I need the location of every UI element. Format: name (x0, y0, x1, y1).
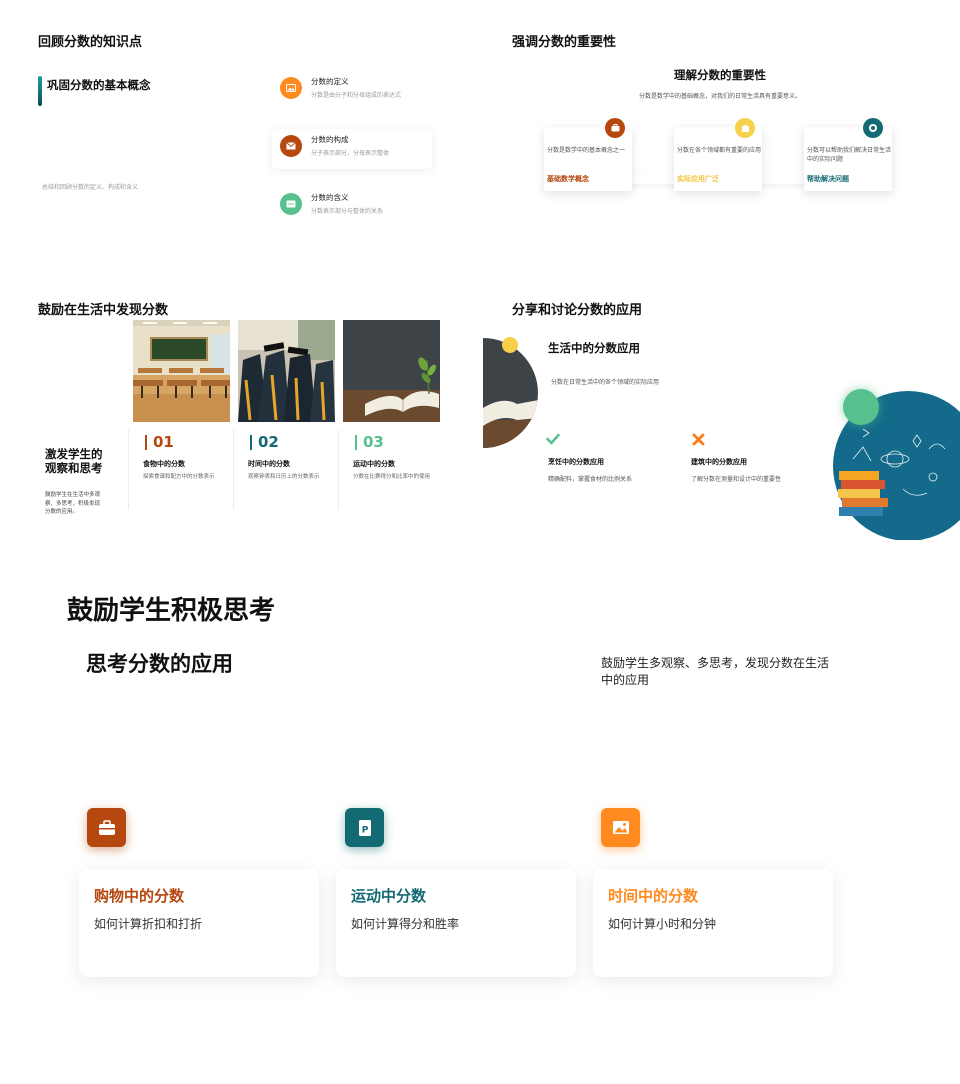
check-icon (546, 430, 560, 449)
slide-desc: 鼓励学生多观察、多思考，发现分数在生活中的应用 (601, 656, 830, 687)
graduation-photo (238, 320, 335, 422)
classroom-photo (133, 320, 230, 422)
divider (233, 430, 234, 510)
divider (338, 430, 339, 510)
card-title: 时间中的分数 (608, 887, 699, 905)
puzzle-icon (735, 118, 755, 138)
slide-share-discuss: 分享和讨论分数的应用 生活中的分数应用 分数在日常生活中的各个领域的实际应用 烹… (480, 270, 960, 540)
item-title: 分数的定义 (311, 77, 349, 86)
image-icon (280, 76, 302, 99)
slide-subtitle: 思考分数的应用 (86, 652, 233, 676)
card-title: 食物中的分数 (143, 460, 185, 468)
slide-title: 鼓励在生活中发现分数 (38, 303, 169, 318)
slide-encourage-thinking: 鼓励学生积极思考 思考分数的应用 鼓励学生多观察、多思考，发现分数在生活中的应用… (0, 540, 960, 1084)
card-text: 分数是数学中的基本概念之一 (547, 147, 626, 154)
card-number: 03 (355, 435, 430, 450)
book-photo (343, 320, 440, 422)
slide-subtitle: 巩固分数的基本概念 (47, 78, 151, 92)
feature-card: 01 食物中的分数 探索食谱和配方中的分数表示 (143, 435, 215, 481)
left-desc: 鼓励学生在生活中多观察、多思考，积极发现分数的应用。 (45, 492, 101, 515)
item-title: 分数的含义 (311, 193, 349, 202)
card-label: 基础数学概念 (547, 175, 589, 183)
book-half-circle (483, 338, 540, 448)
card-desc: 如何计算小时和分钟 (608, 917, 717, 931)
item-desc: 精确配料，掌握食材的比例关系 (548, 476, 633, 483)
item-desc: 分子表示部分，分母表示整体 (311, 150, 390, 157)
list-item: 分数的定义 分数是由分子和分母组成的表达式 (280, 76, 401, 99)
card-title: 购物中的分数 (94, 887, 185, 905)
briefcase-icon (605, 118, 625, 138)
card-label: 实际应用广泛 (677, 175, 719, 183)
chat-icon (280, 192, 302, 215)
info-card: 时间中的分数 如何计算小时和分钟 (593, 869, 833, 977)
slide-title: 分享和讨论分数的应用 (512, 303, 643, 318)
briefcase-icon (87, 808, 126, 847)
icon-letter: P (361, 825, 368, 835)
slide-discover-life: 鼓励在生活中发现分数 激发学生的观察和思考 鼓励学生在生活中多观察、多思考，积极… (0, 270, 480, 540)
card-text: 分数在各个领域都有重要的应用 (677, 147, 762, 154)
item-title: 建筑中的分数应用 (691, 458, 747, 466)
slide-note: 总结和回顾分数的定义、构成和含义 (42, 184, 139, 191)
feature-card: 03 运动中的分数 分数在比赛得分和比率中的使用 (353, 435, 431, 481)
section-desc: 分数是数学中的基础概念，对我们的日常生活具有重要意义。 (638, 93, 801, 100)
card-desc: 探索食谱和配方中的分数表示 (143, 474, 215, 480)
slide-title: 回顾分数的知识点 (38, 35, 143, 50)
target-icon (863, 118, 883, 138)
info-card: 分数可以帮助我们解决日常生活中的实际问题 帮助解决问题 (804, 127, 892, 191)
card-title: 运动中分数 (351, 887, 427, 905)
cross-icon (692, 431, 705, 450)
slide-review-knowledge: 回顾分数的知识点 巩固分数的基本概念 总结和回顾分数的定义、构成和含义 分数的定… (0, 0, 480, 270)
card-title: 运动中的分数 (353, 460, 395, 468)
card-label: 帮助解决问题 (807, 175, 849, 183)
p-document-icon: P (345, 808, 384, 847)
card-desc: 观察钟表和日历上的分数表示 (248, 474, 320, 480)
decor-dot (843, 389, 879, 425)
decor-dot (502, 337, 518, 353)
envelope-icon (280, 134, 302, 157)
slide-desc: 分数在日常生活中的各个领域的实际应用 (551, 379, 660, 386)
image-icon (601, 808, 640, 847)
item-title: 分数的构成 (311, 135, 349, 144)
info-card: 运动中分数 如何计算得分和胜率 (336, 869, 576, 977)
card-number: 02 (250, 435, 320, 450)
card-number: 01 (145, 435, 215, 450)
section-heading: 理解分数的重要性 (674, 68, 766, 82)
card-desc: 如何计算折扣和打折 (94, 917, 203, 931)
slide-title: 强调分数的重要性 (512, 35, 617, 50)
card-title: 时间中的分数 (248, 460, 290, 468)
item-desc: 分数是由分子和分母组成的表达式 (311, 92, 402, 99)
card-desc: 如何计算得分和胜率 (351, 917, 460, 931)
divider (128, 430, 129, 510)
item-desc: 了解分数在测量和设计中的重要性 (691, 476, 782, 483)
item-title: 烹饪中的分数应用 (548, 458, 604, 466)
card-text: 分数可以帮助我们解决日常生活中的实际问题 (807, 147, 892, 163)
card-desc: 分数在比赛得分和比率中的使用 (353, 474, 431, 480)
accent-bar (38, 76, 42, 106)
item-desc: 分数表示部分与整体的关系 (311, 208, 384, 215)
list-item: 分数的构成 分子表示部分，分母表示整体 (280, 134, 389, 157)
info-card: 购物中的分数 如何计算折扣和打折 (79, 869, 319, 977)
list-item: 分数的含义 分数表示部分与整体的关系 (280, 192, 383, 215)
slide-importance: 强调分数的重要性 理解分数的重要性 分数是数学中的基础概念，对我们的日常生活具有… (480, 0, 960, 270)
slide-title: 鼓励学生积极思考 (67, 596, 276, 626)
left-heading: 激发学生的观察和思考 (45, 447, 103, 475)
feature-card: 02 时间中的分数 观察钟表和日历上的分数表示 (248, 435, 320, 481)
slide-subtitle: 生活中的分数应用 (548, 341, 640, 355)
